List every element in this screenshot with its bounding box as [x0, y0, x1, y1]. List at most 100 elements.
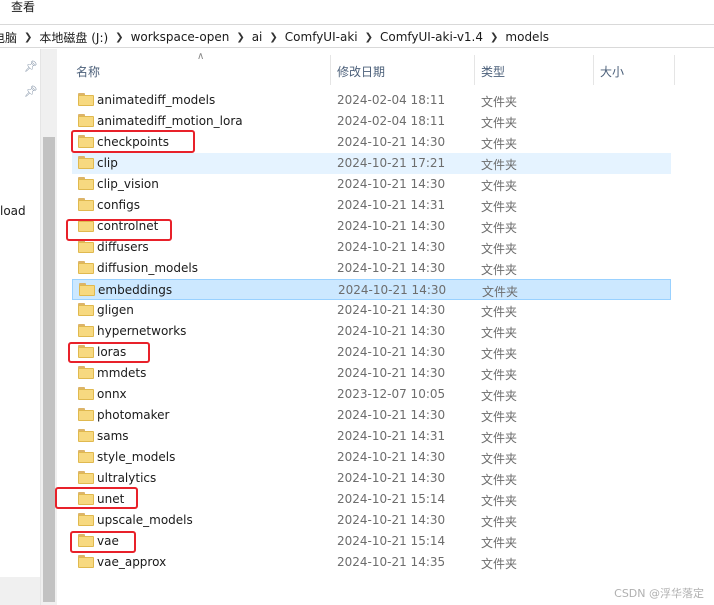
file-row[interactable]: ultralytics 2024-10-21 14:30 文件夹 — [72, 468, 671, 489]
folder-icon — [78, 387, 94, 401]
file-row[interactable]: vae 2024-10-21 15:14 文件夹 — [72, 531, 671, 552]
file-type: 文件夹 — [481, 137, 518, 151]
file-name[interactable]: mmdets — [97, 366, 146, 380]
file-modified-date: 2024-10-21 17:21 — [337, 156, 446, 170]
chevron-right-icon[interactable]: ❯ — [114, 32, 124, 43]
file-type: 文件夹 — [481, 263, 518, 277]
file-modified-date: 2023-12-07 10:05 — [337, 387, 446, 401]
pin-icon[interactable]: 📌︎ — [24, 61, 38, 73]
file-row[interactable]: loras 2024-10-21 14:30 文件夹 — [72, 342, 671, 363]
folder-icon — [78, 240, 94, 254]
address-bar[interactable]: 电脑 ❯ 本地磁盘 (J:) ❯ workspace-open ❯ ai ❯ C… — [0, 24, 714, 48]
file-name[interactable]: clip — [97, 156, 118, 170]
file-type: 文件夹 — [481, 158, 518, 172]
file-name[interactable]: hypernetworks — [97, 324, 186, 338]
file-row[interactable]: clip_vision 2024-10-21 14:30 文件夹 — [72, 174, 671, 195]
folder-icon — [78, 114, 94, 128]
file-row[interactable]: onnx 2023-12-07 10:05 文件夹 — [72, 384, 671, 405]
file-type: 文件夹 — [481, 368, 518, 382]
file-name[interactable]: clip_vision — [97, 177, 159, 191]
file-type: 文件夹 — [481, 557, 518, 571]
file-row[interactable]: upscale_models 2024-10-21 14:30 文件夹 — [72, 510, 671, 531]
file-modified-date: 2024-10-21 14:30 — [337, 345, 446, 359]
column-divider[interactable] — [674, 55, 675, 85]
file-type: 文件夹 — [481, 536, 518, 550]
column-header-type[interactable]: 类型 — [481, 63, 505, 80]
column-header-modified[interactable]: 修改日期 — [337, 63, 385, 80]
folder-icon — [78, 555, 94, 569]
file-row[interactable]: configs 2024-10-21 14:31 文件夹 — [72, 195, 671, 216]
chevron-right-icon[interactable]: ❯ — [489, 32, 499, 43]
file-row[interactable]: embeddings 2024-10-21 14:30 文件夹 — [72, 279, 671, 300]
file-name[interactable]: gligen — [97, 303, 134, 317]
file-name[interactable]: onnx — [97, 387, 127, 401]
nav-item-downloads[interactable]: load — [0, 204, 26, 218]
file-row[interactable]: animatediff_motion_lora 2024-02-04 18:11 文… — [72, 111, 671, 132]
file-type: 文件夹 — [481, 116, 518, 130]
file-name[interactable]: photomaker — [97, 408, 170, 422]
folder-icon — [78, 450, 94, 464]
file-name[interactable]: configs — [97, 198, 140, 212]
file-name[interactable]: embeddings — [98, 283, 172, 297]
chevron-right-icon[interactable]: ❯ — [268, 32, 278, 43]
file-modified-date: 2024-10-21 14:30 — [337, 303, 446, 317]
file-modified-date: 2024-10-21 14:30 — [337, 513, 446, 527]
column-header-name[interactable]: 名称 — [76, 63, 100, 80]
breadcrumb-item-drive[interactable]: 本地磁盘 (J:) — [33, 29, 114, 46]
column-divider[interactable] — [330, 55, 331, 85]
file-type: 文件夹 — [481, 95, 518, 109]
file-row[interactable]: diffusion_models 2024-10-21 14:30 文件夹 — [72, 258, 671, 279]
breadcrumb-item-workspace[interactable]: workspace-open — [125, 30, 236, 44]
breadcrumb-item-comfyui-aki[interactable]: ComfyUI-aki — [279, 30, 364, 44]
file-row[interactable]: mmdets 2024-10-21 14:30 文件夹 — [72, 363, 671, 384]
file-name[interactable]: animatediff_motion_lora — [97, 114, 243, 128]
file-name[interactable]: diffusers — [97, 240, 149, 254]
file-row[interactable]: sams 2024-10-21 14:31 文件夹 — [72, 426, 671, 447]
file-type: 文件夹 — [481, 242, 518, 256]
watermark: CSDN @浮华落定 — [614, 587, 704, 600]
chevron-right-icon[interactable]: ❯ — [364, 32, 374, 43]
file-modified-date: 2024-10-21 14:30 — [337, 219, 446, 233]
file-row[interactable]: animatediff_models 2024-02-04 18:11 文件夹 — [72, 90, 671, 111]
folder-icon — [79, 283, 95, 297]
file-name[interactable]: ultralytics — [97, 471, 156, 485]
file-row[interactable]: clip 2024-10-21 17:21 文件夹 — [72, 153, 671, 174]
file-modified-date: 2024-10-21 14:30 — [337, 450, 446, 464]
column-header-size[interactable]: 大小 — [600, 63, 624, 80]
file-modified-date: 2024-02-04 18:11 — [337, 93, 446, 107]
folder-icon — [78, 471, 94, 485]
file-name[interactable]: style_models — [97, 450, 175, 464]
menu-view[interactable]: 查看 — [11, 0, 35, 14]
file-name[interactable]: animatediff_models — [97, 93, 215, 107]
file-name[interactable]: vae_approx — [97, 555, 166, 569]
file-modified-date: 2024-10-21 14:30 — [337, 471, 446, 485]
file-type: 文件夹 — [481, 515, 518, 529]
breadcrumb-item-this-pc[interactable]: 电脑 — [0, 29, 23, 46]
file-type: 文件夹 — [482, 285, 519, 299]
nav-scrollbar-thumb[interactable] — [43, 137, 55, 602]
file-row[interactable]: photomaker 2024-10-21 14:30 文件夹 — [72, 405, 671, 426]
breadcrumb-item-models[interactable]: models — [499, 30, 555, 44]
file-row[interactable]: gligen 2024-10-21 14:30 文件夹 — [72, 300, 671, 321]
file-name[interactable]: diffusion_models — [97, 261, 198, 275]
file-row[interactable]: hypernetworks 2024-10-21 14:30 文件夹 — [72, 321, 671, 342]
file-row[interactable]: style_models 2024-10-21 14:30 文件夹 — [72, 447, 671, 468]
chevron-right-icon[interactable]: ❯ — [23, 32, 33, 43]
breadcrumb-item-comfyui-aki-v14[interactable]: ComfyUI-aki-v1.4 — [374, 30, 489, 44]
folder-icon — [78, 513, 94, 527]
file-modified-date: 2024-10-21 14:30 — [337, 177, 446, 191]
navigation-pane: 📌︎ 📌︎ load — [0, 49, 40, 605]
file-row[interactable]: unet 2024-10-21 15:14 文件夹 — [72, 489, 671, 510]
breadcrumb-item-ai[interactable]: ai — [246, 30, 269, 44]
column-divider[interactable] — [474, 55, 475, 85]
nav-scrollbar[interactable] — [40, 49, 57, 605]
file-modified-date: 2024-10-21 14:35 — [337, 555, 446, 569]
highlight-box-controlnet — [66, 219, 172, 241]
chevron-right-icon[interactable]: ❯ — [235, 32, 245, 43]
column-divider[interactable] — [593, 55, 594, 85]
pin-icon[interactable]: 📌︎ — [24, 86, 38, 98]
file-type: 文件夹 — [481, 452, 518, 466]
file-row[interactable]: vae_approx 2024-10-21 14:35 文件夹 — [72, 552, 671, 573]
file-name[interactable]: sams — [97, 429, 129, 443]
file-name[interactable]: upscale_models — [97, 513, 193, 527]
